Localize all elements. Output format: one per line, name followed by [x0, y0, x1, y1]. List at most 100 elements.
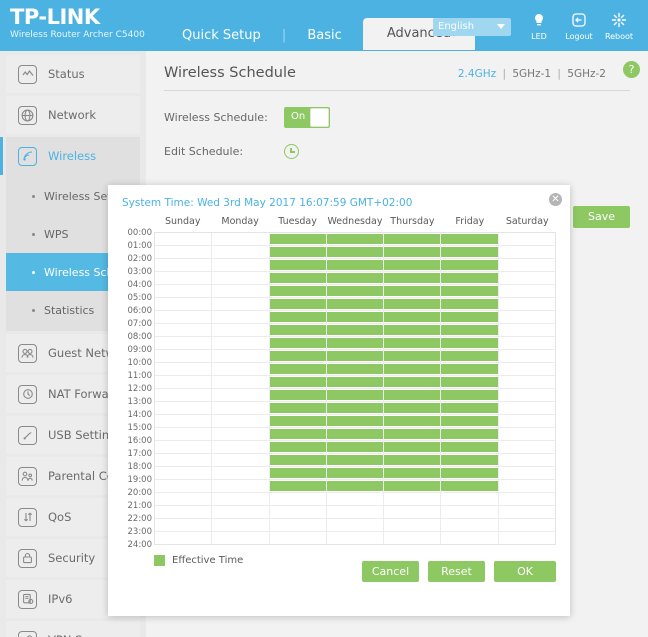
schedule-cell[interactable] — [497, 506, 555, 518]
schedule-cell[interactable] — [383, 376, 441, 388]
schedule-cell[interactable] — [497, 376, 555, 388]
schedule-cell[interactable] — [211, 285, 268, 297]
schedule-cell[interactable] — [268, 259, 327, 271]
schedule-cell[interactable] — [155, 246, 211, 258]
schedule-cell[interactable] — [268, 506, 326, 518]
schedule-cell[interactable] — [497, 337, 555, 349]
schedule-cell[interactable] — [497, 350, 555, 362]
schedule-cell[interactable] — [440, 298, 498, 310]
schedule-cell[interactable] — [155, 454, 211, 466]
help-button[interactable]: ? — [623, 61, 640, 78]
schedule-cell[interactable] — [325, 259, 384, 271]
band-5ghz-2[interactable]: 5GHz-2 — [567, 68, 606, 80]
schedule-cell[interactable] — [211, 480, 268, 492]
schedule-cell[interactable] — [155, 402, 211, 414]
schedule-cell[interactable] — [155, 376, 211, 388]
schedule-cell[interactable] — [325, 298, 384, 310]
schedule-cell[interactable] — [155, 311, 211, 323]
band-2-4ghz[interactable]: 2.4GHz — [458, 68, 496, 80]
schedule-cell[interactable] — [155, 233, 211, 245]
schedule-cell[interactable] — [268, 246, 327, 258]
ok-button[interactable]: OK — [494, 561, 556, 582]
schedule-cell[interactable] — [497, 402, 555, 414]
schedule-cell[interactable] — [155, 493, 211, 505]
schedule-cell[interactable] — [440, 467, 498, 479]
schedule-cell[interactable] — [268, 233, 327, 245]
schedule-cell[interactable] — [497, 285, 555, 297]
reboot-button[interactable]: Reboot — [600, 12, 638, 41]
schedule-cell[interactable] — [268, 428, 327, 440]
tab-basic[interactable]: Basic — [291, 21, 357, 50]
tab-quick-setup[interactable]: Quick Setup — [166, 21, 277, 50]
schedule-cell[interactable] — [383, 506, 440, 518]
schedule-cell[interactable] — [268, 480, 327, 492]
schedule-grid[interactable] — [154, 232, 556, 545]
schedule-cell[interactable] — [155, 363, 211, 375]
schedule-cell[interactable] — [497, 493, 555, 505]
sidebar-item-wireless[interactable]: Wireless — [0, 137, 140, 175]
schedule-cell[interactable] — [497, 311, 555, 323]
schedule-cell[interactable] — [325, 428, 384, 440]
schedule-cell[interactable] — [211, 454, 268, 466]
schedule-cell[interactable] — [325, 246, 384, 258]
schedule-cell[interactable] — [155, 389, 211, 401]
schedule-cell[interactable] — [440, 402, 498, 414]
schedule-cell[interactable] — [211, 259, 268, 271]
schedule-cell[interactable] — [211, 376, 268, 388]
schedule-cell[interactable] — [383, 272, 441, 284]
schedule-cell[interactable] — [325, 532, 383, 544]
schedule-cell[interactable] — [383, 519, 440, 531]
schedule-cell[interactable] — [440, 428, 498, 440]
close-icon[interactable]: ✕ — [549, 193, 562, 206]
schedule-cell[interactable] — [155, 532, 211, 544]
schedule-cell[interactable] — [268, 454, 327, 466]
schedule-cell[interactable] — [383, 441, 441, 453]
schedule-cell[interactable] — [383, 428, 441, 440]
schedule-cell[interactable] — [440, 259, 498, 271]
schedule-cell[interactable] — [325, 441, 384, 453]
schedule-cell[interactable] — [155, 519, 211, 531]
schedule-cell[interactable] — [211, 506, 268, 518]
schedule-cell[interactable] — [211, 428, 268, 440]
schedule-cell[interactable] — [440, 376, 498, 388]
schedule-cell[interactable] — [383, 233, 441, 245]
schedule-cell[interactable] — [268, 415, 327, 427]
schedule-cell[interactable] — [383, 259, 441, 271]
schedule-cell[interactable] — [383, 480, 441, 492]
schedule-cell[interactable] — [268, 532, 326, 544]
schedule-cell[interactable] — [383, 298, 441, 310]
schedule-cell[interactable] — [383, 311, 441, 323]
schedule-cell[interactable] — [268, 441, 327, 453]
schedule-cell[interactable] — [497, 389, 555, 401]
schedule-cell[interactable] — [383, 324, 441, 336]
schedule-cell[interactable] — [268, 519, 326, 531]
schedule-cell[interactable] — [440, 493, 497, 505]
schedule-cell[interactable] — [440, 324, 498, 336]
schedule-cell[interactable] — [155, 480, 211, 492]
schedule-cell[interactable] — [211, 402, 268, 414]
schedule-cell[interactable] — [383, 467, 441, 479]
schedule-cell[interactable] — [383, 350, 441, 362]
schedule-cell[interactable] — [325, 363, 384, 375]
schedule-cell[interactable] — [211, 389, 268, 401]
schedule-cell[interactable] — [211, 441, 268, 453]
schedule-cell[interactable] — [325, 506, 383, 518]
schedule-cell[interactable] — [155, 285, 211, 297]
schedule-cell[interactable] — [155, 415, 211, 427]
schedule-cell[interactable] — [497, 272, 555, 284]
schedule-cell[interactable] — [155, 324, 211, 336]
schedule-cell[interactable] — [497, 532, 555, 544]
schedule-cell[interactable] — [383, 285, 441, 297]
save-button[interactable]: Save — [573, 206, 630, 228]
schedule-cell[interactable] — [325, 272, 384, 284]
schedule-cell[interactable] — [440, 415, 498, 427]
schedule-cell[interactable] — [497, 519, 555, 531]
schedule-cell[interactable] — [268, 285, 327, 297]
sidebar-item-vpn-server[interactable]: VPN Server — [6, 621, 140, 637]
band-5ghz-1[interactable]: 5GHz-1 — [512, 68, 551, 80]
schedule-cell[interactable] — [497, 454, 555, 466]
schedule-cell[interactable] — [383, 532, 440, 544]
schedule-cell[interactable] — [211, 298, 268, 310]
schedule-cell[interactable] — [211, 350, 268, 362]
schedule-cell[interactable] — [440, 363, 498, 375]
